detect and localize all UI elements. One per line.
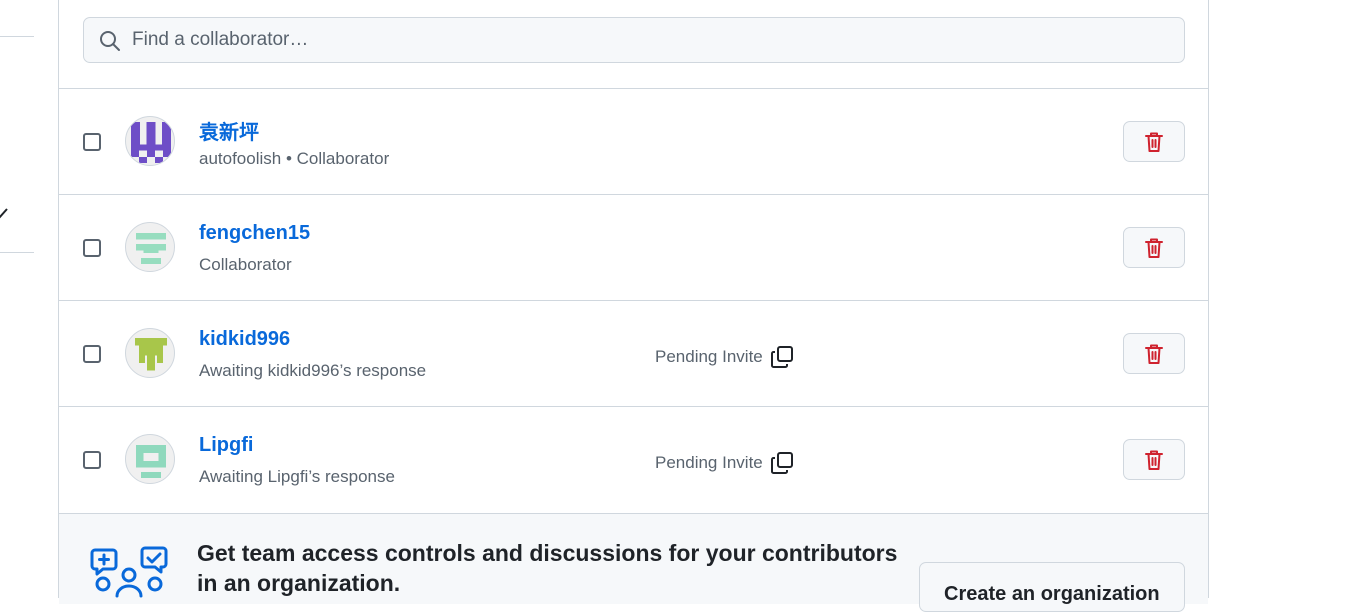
select-checkbox[interactable]: [83, 133, 101, 151]
create-organization-button[interactable]: Create an organization: [919, 562, 1185, 612]
copy-icon[interactable]: [769, 450, 795, 476]
collaborator-subtitle: Awaiting Lipgfi’s response: [199, 467, 395, 486]
select-checkbox[interactable]: [83, 239, 101, 257]
search-input[interactable]: [83, 17, 1185, 63]
check-icon: [0, 208, 8, 219]
collaborator-name-link[interactable]: kidkid996: [199, 328, 290, 351]
select-checkbox[interactable]: [83, 451, 101, 469]
collaborator-row: 袁新坪 autofoolish • Collaborator: [59, 88, 1208, 194]
trash-icon: [1145, 132, 1163, 152]
sidebar-divider: [0, 252, 34, 253]
avatar[interactable]: [125, 434, 175, 484]
select-checkbox[interactable]: [83, 345, 101, 363]
copy-icon[interactable]: [769, 344, 795, 370]
pending-invite: Pending Invite: [655, 344, 795, 370]
promo-text: Get team access controls and discussions…: [197, 540, 898, 596]
organization-promo: Get team access controls and discussions…: [59, 513, 1208, 612]
remove-collaborator-button[interactable]: [1123, 121, 1185, 162]
search-box: [83, 17, 1185, 63]
pending-invite: Pending Invite: [655, 450, 795, 476]
collaborator-name-link[interactable]: fengchen15: [199, 222, 310, 245]
avatar[interactable]: [125, 328, 175, 378]
collaborator-subtitle: Awaiting kidkid996’s response: [199, 361, 427, 380]
trash-icon: [1145, 450, 1163, 470]
collaborator-row: kidkid996 Awaiting kidkid996’s response …: [59, 300, 1208, 406]
collaborator-subtitle: autofoolish • Collaborator: [199, 149, 390, 168]
collaborator-subtitle: Collaborator: [199, 255, 292, 274]
pending-invite-label: Pending Invite: [655, 347, 763, 366]
collaborator-row: fengchen15 Collaborator: [59, 194, 1208, 300]
collaborators-panel: 袁新坪 autofoolish • Collaborator fengchen1…: [58, 0, 1209, 612]
collaborator-row: Lipgfi Awaiting Lipgfi’s response Pendin…: [59, 406, 1208, 512]
sidebar-divider: [0, 36, 34, 37]
remove-collaborator-button[interactable]: [1123, 227, 1185, 268]
trash-icon: [1145, 238, 1163, 258]
avatar[interactable]: [125, 116, 175, 166]
remove-collaborator-button[interactable]: [1123, 439, 1185, 480]
pending-invite-label: Pending Invite: [655, 453, 763, 472]
collaborator-name-link[interactable]: 袁新坪: [199, 116, 259, 145]
people-icon: [90, 546, 168, 598]
remove-collaborator-button[interactable]: [1123, 333, 1185, 374]
collaborator-name-link[interactable]: Lipgfi: [199, 434, 253, 457]
avatar[interactable]: [125, 222, 175, 272]
search-icon: [100, 31, 120, 51]
trash-icon: [1145, 344, 1163, 364]
